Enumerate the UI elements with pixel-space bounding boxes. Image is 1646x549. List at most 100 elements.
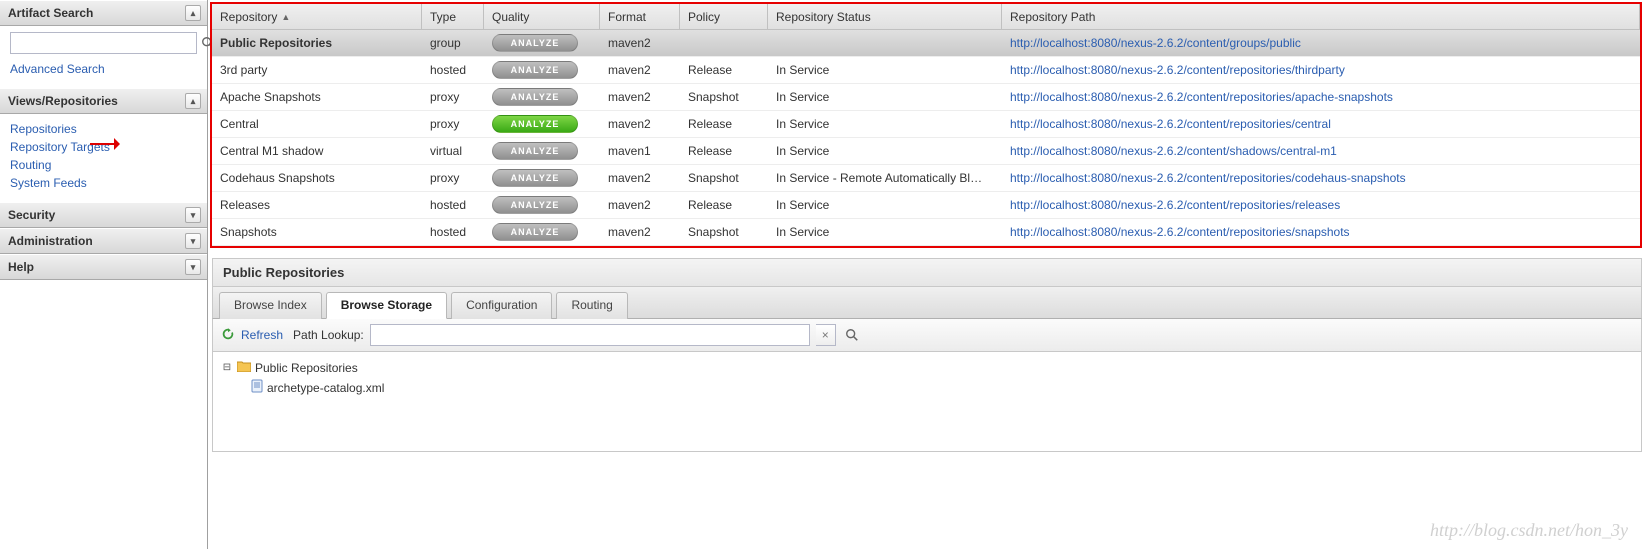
table-row[interactable]: ReleaseshostedANALYZEmaven2ReleaseIn Ser… bbox=[212, 192, 1640, 219]
cell-format: maven2 bbox=[600, 90, 680, 104]
table-row[interactable]: 3rd partyhostedANALYZEmaven2ReleaseIn Se… bbox=[212, 57, 1640, 84]
repo-path-link[interactable]: http://localhost:8080/nexus-2.6.2/conten… bbox=[1010, 90, 1393, 104]
cell-type: group bbox=[422, 36, 484, 50]
cell-policy: Release bbox=[680, 117, 768, 131]
repositories-grid: Repository ▲ Type Quality Format Policy … bbox=[210, 2, 1642, 248]
collapse-administration[interactable]: ▾ bbox=[185, 233, 201, 249]
cell-status: In Service bbox=[768, 63, 1002, 77]
tab-configuration[interactable]: Configuration bbox=[451, 292, 552, 319]
cell-policy: Release bbox=[680, 63, 768, 77]
collapse-help[interactable]: ▾ bbox=[185, 259, 201, 275]
analyze-button[interactable]: ANALYZE bbox=[492, 115, 578, 133]
help-title: Help bbox=[8, 260, 34, 274]
administration-header[interactable]: Administration ▾ bbox=[0, 228, 207, 254]
advanced-search-link[interactable]: Advanced Search bbox=[10, 60, 199, 78]
cell-status: In Service bbox=[768, 198, 1002, 212]
cell-format: maven2 bbox=[600, 198, 680, 212]
col-header-type[interactable]: Type bbox=[422, 4, 484, 29]
sidebar-item-repository-targets[interactable]: Repository Targets bbox=[10, 138, 199, 156]
cell-status: In Service bbox=[768, 117, 1002, 131]
grid-body: Public RepositoriesgroupANALYZEmaven2htt… bbox=[212, 30, 1640, 246]
repo-path-link[interactable]: http://localhost:8080/nexus-2.6.2/conten… bbox=[1010, 171, 1406, 185]
cell-path: http://localhost:8080/nexus-2.6.2/conten… bbox=[1002, 225, 1640, 239]
analyze-button[interactable]: ANALYZE bbox=[492, 88, 578, 106]
repo-path-link[interactable]: http://localhost:8080/nexus-2.6.2/conten… bbox=[1010, 36, 1301, 50]
table-row[interactable]: SnapshotshostedANALYZEmaven2SnapshotIn S… bbox=[212, 219, 1640, 246]
tree-file-row[interactable]: archetype-catalog.xml bbox=[251, 377, 1633, 398]
cell-format: maven2 bbox=[600, 36, 680, 50]
clear-icon[interactable]: × bbox=[816, 324, 836, 346]
col-header-format[interactable]: Format bbox=[600, 4, 680, 29]
cell-policy: Snapshot bbox=[680, 225, 768, 239]
analyze-button[interactable]: ANALYZE bbox=[492, 169, 578, 187]
cell-status: In Service bbox=[768, 225, 1002, 239]
cell-repository: Codehaus Snapshots bbox=[212, 171, 422, 185]
refresh-icon[interactable] bbox=[221, 327, 235, 344]
cell-format: maven1 bbox=[600, 144, 680, 158]
cell-status: In Service bbox=[768, 144, 1002, 158]
refresh-link[interactable]: Refresh bbox=[241, 328, 283, 342]
security-header[interactable]: Security ▾ bbox=[0, 202, 207, 228]
artifact-search-input[interactable] bbox=[10, 32, 197, 54]
cell-quality: ANALYZE bbox=[484, 88, 600, 106]
path-lookup-label: Path Lookup: bbox=[293, 328, 364, 342]
collapse-artifact-search[interactable]: ▴ bbox=[185, 5, 201, 21]
cell-type: hosted bbox=[422, 198, 484, 212]
grid-header-row: Repository ▲ Type Quality Format Policy … bbox=[212, 4, 1640, 30]
collapse-security[interactable]: ▾ bbox=[185, 207, 201, 223]
tab-routing[interactable]: Routing bbox=[556, 292, 627, 319]
cell-status: In Service - Remote Automatically Bl… bbox=[768, 171, 1002, 185]
analyze-button[interactable]: ANALYZE bbox=[492, 223, 578, 241]
cell-type: proxy bbox=[422, 171, 484, 185]
tree-root-row[interactable]: ⊟ Public Repositories bbox=[221, 358, 1633, 377]
cell-format: maven2 bbox=[600, 171, 680, 185]
repo-path-link[interactable]: http://localhost:8080/nexus-2.6.2/conten… bbox=[1010, 225, 1350, 239]
col-header-path[interactable]: Repository Path bbox=[1002, 4, 1640, 29]
help-header[interactable]: Help ▾ bbox=[0, 254, 207, 280]
sidebar-item-routing[interactable]: Routing bbox=[10, 156, 199, 174]
sidebar-item-repositories[interactable]: Repositories bbox=[10, 120, 199, 138]
detail-panel: Public Repositories Browse IndexBrowse S… bbox=[212, 258, 1642, 452]
collapse-icon[interactable]: ⊟ bbox=[221, 362, 233, 373]
analyze-button[interactable]: ANALYZE bbox=[492, 142, 578, 160]
folder-icon bbox=[237, 360, 251, 375]
cell-quality: ANALYZE bbox=[484, 142, 600, 160]
table-row[interactable]: CentralproxyANALYZEmaven2ReleaseIn Servi… bbox=[212, 111, 1640, 138]
analyze-button[interactable]: ANALYZE bbox=[492, 34, 578, 52]
cell-repository: Central M1 shadow bbox=[212, 144, 422, 158]
analyze-button[interactable]: ANALYZE bbox=[492, 196, 578, 214]
col-header-quality[interactable]: Quality bbox=[484, 4, 600, 29]
storage-tree: ⊟ Public Repositories archetype-catalog.… bbox=[212, 352, 1642, 452]
tab-browse-storage[interactable]: Browse Storage bbox=[326, 292, 447, 319]
table-row[interactable]: Apache SnapshotsproxyANALYZEmaven2Snapsh… bbox=[212, 84, 1640, 111]
tree-file-label: archetype-catalog.xml bbox=[267, 381, 384, 395]
table-row[interactable]: Central M1 shadowvirtualANALYZEmaven1Rel… bbox=[212, 138, 1640, 165]
repo-path-link[interactable]: http://localhost:8080/nexus-2.6.2/conten… bbox=[1010, 117, 1331, 131]
repo-path-link[interactable]: http://localhost:8080/nexus-2.6.2/conten… bbox=[1010, 198, 1340, 212]
cell-type: proxy bbox=[422, 90, 484, 104]
repo-path-link[interactable]: http://localhost:8080/nexus-2.6.2/conten… bbox=[1010, 63, 1345, 77]
table-row[interactable]: Public RepositoriesgroupANALYZEmaven2htt… bbox=[212, 30, 1640, 57]
sidebar-item-system-feeds[interactable]: System Feeds bbox=[10, 174, 199, 192]
repo-path-link[interactable]: http://localhost:8080/nexus-2.6.2/conten… bbox=[1010, 144, 1337, 158]
security-title: Security bbox=[8, 208, 55, 222]
col-header-repository[interactable]: Repository ▲ bbox=[212, 4, 422, 29]
cell-type: hosted bbox=[422, 225, 484, 239]
cell-path: http://localhost:8080/nexus-2.6.2/conten… bbox=[1002, 144, 1640, 158]
col-header-status[interactable]: Repository Status bbox=[768, 4, 1002, 29]
cell-format: maven2 bbox=[600, 117, 680, 131]
cell-path: http://localhost:8080/nexus-2.6.2/conten… bbox=[1002, 171, 1640, 185]
table-row[interactable]: Codehaus SnapshotsproxyANALYZEmaven2Snap… bbox=[212, 165, 1640, 192]
cell-quality: ANALYZE bbox=[484, 34, 600, 52]
analyze-button[interactable]: ANALYZE bbox=[492, 61, 578, 79]
collapse-views[interactable]: ▴ bbox=[185, 93, 201, 109]
path-lookup-input[interactable] bbox=[370, 324, 810, 346]
cell-policy: Snapshot bbox=[680, 90, 768, 104]
tab-browse-index[interactable]: Browse Index bbox=[219, 292, 322, 319]
file-icon bbox=[251, 379, 263, 396]
path-search-icon[interactable] bbox=[842, 325, 862, 345]
administration-title: Administration bbox=[8, 234, 93, 248]
col-header-policy[interactable]: Policy bbox=[680, 4, 768, 29]
cell-path: http://localhost:8080/nexus-2.6.2/conten… bbox=[1002, 198, 1640, 212]
detail-title: Public Repositories bbox=[212, 258, 1642, 286]
